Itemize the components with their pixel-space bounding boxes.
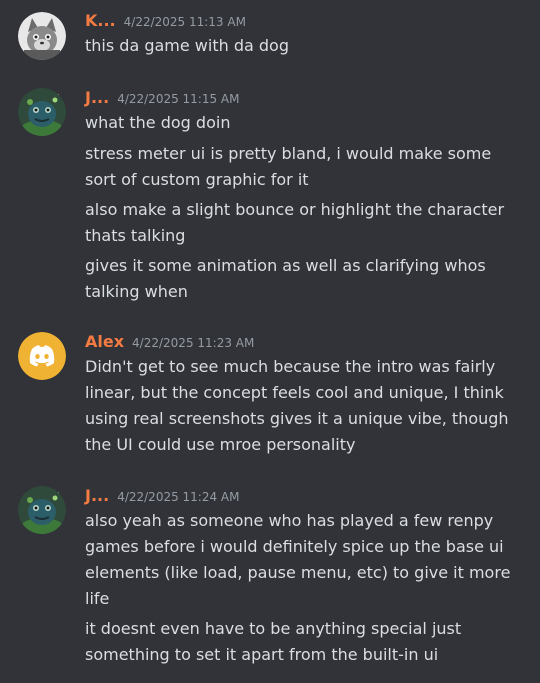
message-text: stress meter ui is pretty bland, i would…: [85, 144, 492, 163]
message-text: sort of custom graphic for it: [85, 170, 309, 189]
green-frog-avatar-icon: [18, 486, 66, 534]
timestamp: 4/22/2025 11:15 AM: [117, 92, 240, 106]
message-header: J... 4/22/2025 11:15 AM: [85, 88, 240, 108]
user-avatar-icon[interactable]: [18, 486, 66, 534]
timestamp: 4/22/2025 11:13 AM: [123, 15, 246, 29]
message-text: thats talking: [85, 226, 186, 245]
message-text: games before i would definitely spice up…: [85, 537, 504, 556]
message-text: the UI could use mroe personality: [85, 435, 356, 454]
username[interactable]: K...: [85, 11, 116, 30]
user-avatar-icon[interactable]: [18, 88, 66, 136]
message-text: Didn't get to see much because the intro…: [85, 357, 496, 376]
username[interactable]: J...: [85, 486, 109, 505]
message-text: it doesnt even have to be anything speci…: [85, 619, 462, 638]
message-text: life: [85, 589, 110, 608]
timestamp: 4/22/2025 11:23 AM: [132, 336, 255, 350]
username[interactable]: Alex: [85, 332, 124, 351]
message-header: K... 4/22/2025 11:13 AM: [85, 11, 246, 31]
message-text: elements (like load, pause menu, etc) to…: [85, 563, 511, 582]
message-text: something to set it apart from the built…: [85, 645, 439, 664]
username[interactable]: J...: [85, 88, 109, 107]
message-text: gives it some animation as well as clari…: [85, 256, 486, 275]
message-header: Alex 4/22/2025 11:23 AM: [85, 332, 254, 352]
timestamp: 4/22/2025 11:24 AM: [117, 490, 240, 504]
chat-message-list: K... 4/22/2025 11:13 AM this da game with…: [0, 0, 540, 683]
message-text: linear, but the concept feels cool and u…: [85, 383, 504, 402]
green-frog-avatar-icon: [18, 88, 66, 136]
message-text: talking when: [85, 282, 188, 301]
message-text: using real screenshots gives it a unique…: [85, 409, 509, 428]
message-text: this da game with da dog: [85, 36, 289, 55]
user-avatar-icon[interactable]: [18, 332, 66, 380]
message-text: also make a slight bounce or highlight t…: [85, 200, 505, 219]
message-text: also yeah as someone who has played a fe…: [85, 511, 494, 530]
message-text: what the dog doin: [85, 113, 231, 132]
discord-logo-avatar-icon: [18, 332, 66, 380]
message-header: J... 4/22/2025 11:24 AM: [85, 486, 240, 506]
user-avatar-icon[interactable]: [18, 12, 66, 60]
gray-cat-avatar-icon: [18, 12, 66, 60]
